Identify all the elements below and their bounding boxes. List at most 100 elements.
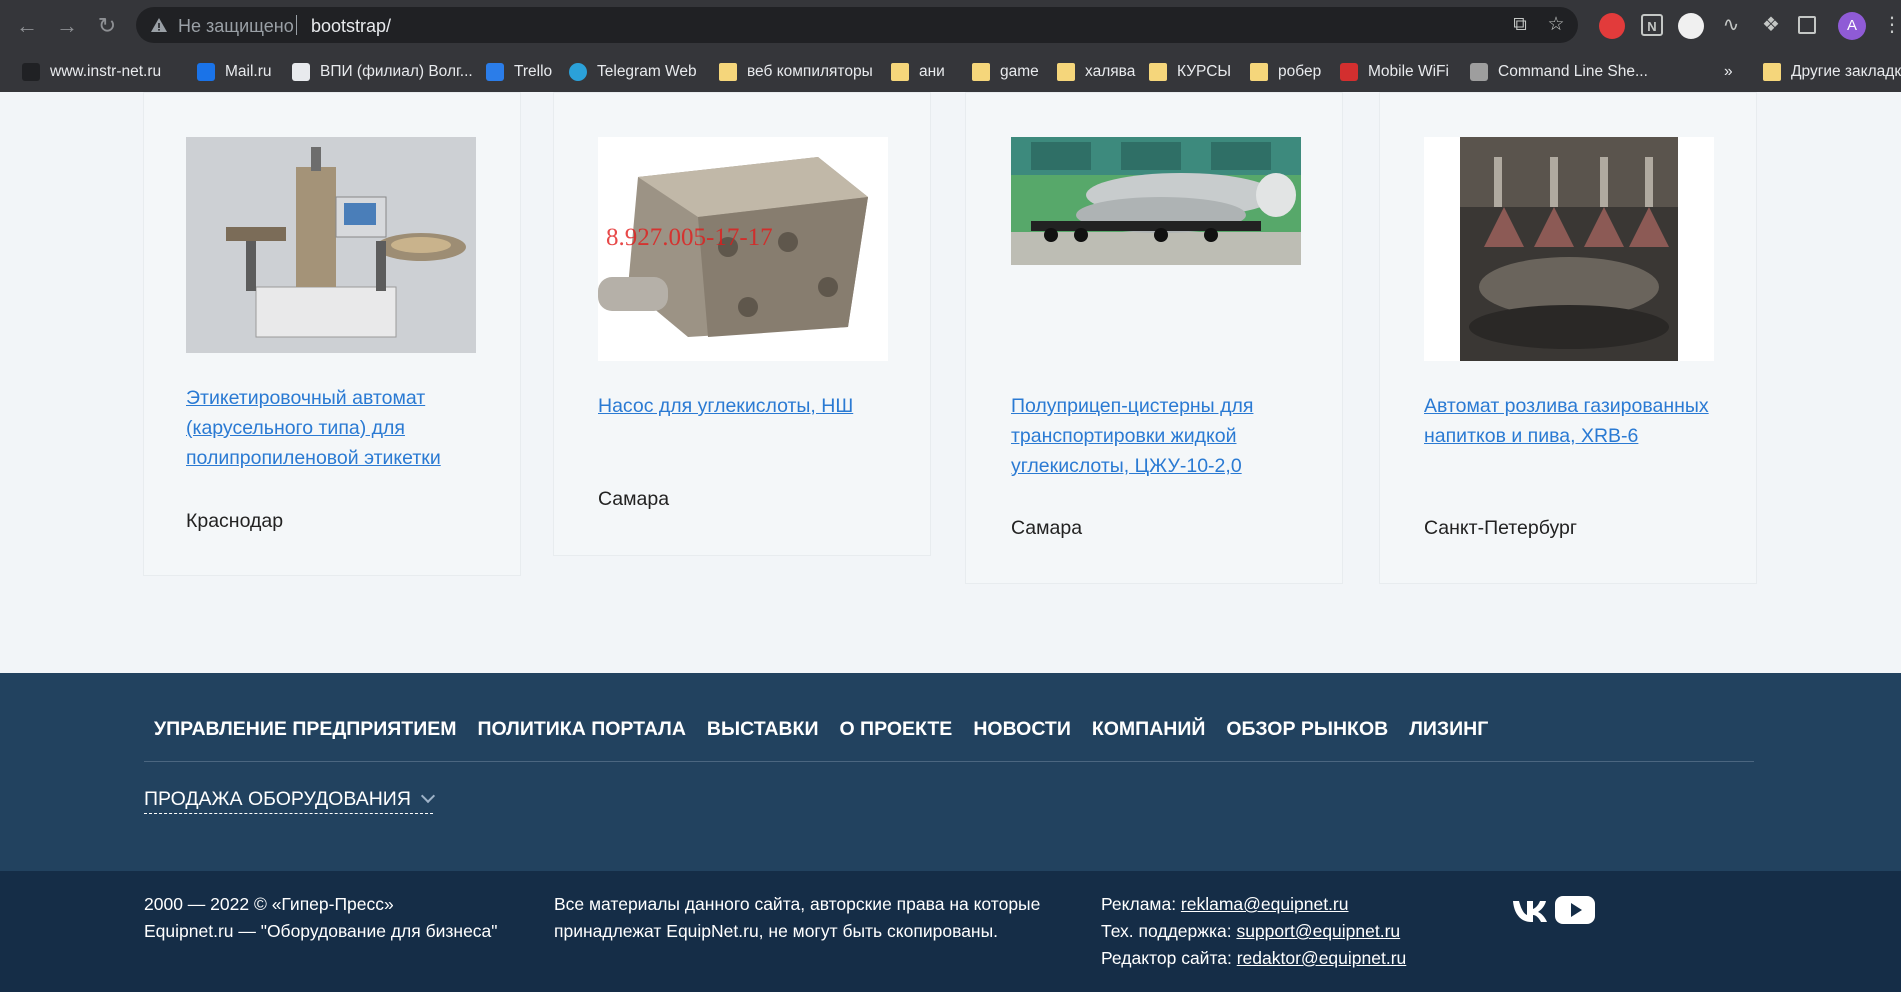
star-icon[interactable]: ☆ [1546,15,1566,35]
bookmark-label: Trello [514,63,553,80]
folder-icon [1250,63,1268,81]
bookmark-item[interactable]: game [972,60,1039,84]
bookmark-item[interactable]: КУРСЫ [1149,60,1231,84]
browser-toolbar: ← → ↻ Не защищено bootstrap/ ⧉ ☆ N ∿ ❖ A… [0,0,1901,52]
product-image[interactable] [186,137,476,353]
bookmark-item[interactable]: ВПИ (филиал) Волг... [292,60,473,84]
back-icon[interactable]: ← [12,11,42,41]
product-city: Санкт-Петербург [1424,517,1577,539]
bookmark-item[interactable]: ани [891,60,945,84]
address-url[interactable]: bootstrap/ [311,16,391,37]
other-bookmarks[interactable]: Другие закладки [1763,60,1901,84]
extension-face-icon[interactable] [1678,13,1704,39]
product-city: Самара [1011,517,1083,539]
site-icon [22,63,40,81]
product-card: Этикетировочный автомат (карусельного ти… [143,92,521,576]
bookmark-item[interactable]: www.instr-net.ru [22,60,161,84]
trello-icon [486,63,504,81]
product-title-link[interactable]: Полуприцеп-цистерны для транспортировки … [1011,391,1311,481]
footer-nav-link[interactable]: ЛИЗИНГ [1409,718,1488,741]
bookmark-label: www.instr-net.ru [50,63,162,80]
phone-watermark: 8.927.005-17-17 [606,224,773,251]
notion-extension-icon[interactable]: N [1641,14,1663,36]
contact-email-link[interactable]: support@equipnet.ru [1236,921,1400,941]
product-image[interactable]: 8.927.005-17-17 [598,137,888,361]
footer-nav-link[interactable]: КОМПАНИЙ [1092,718,1206,741]
telegram-icon [569,63,587,81]
product-title-link[interactable]: Этикетировочный автомат (карусельного ти… [186,383,486,473]
address-separator [296,15,297,35]
footer-nav-link[interactable]: УПРАВЛЕНИЕ ПРЕДПРИЯТИЕМ [154,718,456,741]
folder-icon [1057,63,1075,81]
bookmark-item[interactable]: Telegram Web [569,60,697,84]
bookmark-item[interactable]: Trello [486,60,552,84]
product-listing: Этикетировочный автомат (карусельного ти… [0,92,1901,673]
footer-nav-link[interactable]: О ПРОЕКТЕ [839,718,952,741]
university-icon [292,63,310,81]
product-title-link[interactable]: Автомат розлива газированных напитков и … [1424,391,1724,451]
rights-line: принадлежат EquipNet.ru, не могут быть с… [554,921,999,941]
product-title-link[interactable]: Насос для углекислоты, НШ [598,391,898,421]
rights-line: Все материалы данного сайта, авторские п… [554,894,1041,914]
contact-row: Тех. поддержка: support@equipnet.ru [1101,918,1406,945]
bookmark-item[interactable]: Command Line She... [1470,60,1648,84]
address-bar[interactable]: Не защищено bootstrap/ ⧉ ☆ [136,7,1578,43]
bookmark-item[interactable]: Mobile WiFi [1340,60,1449,84]
bookmark-label: веб компиляторы [747,63,873,80]
product-image[interactable] [1424,137,1714,361]
bookmark-label: ани [919,63,945,80]
product-card: Полуприцеп-цистерны для транспортировки … [965,92,1343,584]
bookmarks-overflow-button[interactable]: » [1724,60,1733,84]
profile-avatar[interactable]: A [1838,12,1866,40]
bookmark-item[interactable]: Mail.ru [197,60,272,84]
footer-nav-menu: УПРАВЛЕНИЕ ПРЕДПРИЯТИЕМ ПОЛИТИКА ПОРТАЛА В… [154,718,1509,741]
product-card: Автомат розлива газированных напитков и … [1379,92,1757,584]
side-panel-icon[interactable] [1798,16,1816,34]
tank-trailers-image [1011,137,1301,265]
bookmark-label: game [1000,63,1039,80]
bookmark-label: Mobile WiFi [1368,63,1449,80]
footer-nav-link[interactable]: НОВОСТИ [973,718,1071,741]
folder-icon [719,63,737,81]
bookmark-label: КУРСЫ [1177,63,1232,80]
adblock-extension-icon[interactable] [1599,13,1625,39]
labeling-machine-image [186,137,476,353]
bookmark-item[interactable]: робер [1250,60,1321,84]
contact-email-link[interactable]: reklama@equipnet.ru [1181,894,1349,914]
chevron-down-icon [420,788,435,804]
product-image[interactable] [1011,137,1301,265]
bookmark-label: Mail.ru [225,63,272,80]
bookmark-label: Command Line She... [1498,63,1648,80]
copyright-block: 2000 — 2022 © «Гипер-Пресс» Equipnet.ru … [144,891,498,945]
puzzle-icon[interactable]: ❖ [1760,14,1782,36]
equipment-sale-dropdown[interactable]: ПРОДАЖА ОБОРУДОВАНИЯ [144,788,435,814]
security-status[interactable]: Не защищено [178,16,294,37]
bookmark-label: Telegram Web [597,63,697,80]
bookmark-label: ВПИ (филиал) Волг... [320,63,473,80]
rights-notice: Все материалы данного сайта, авторские п… [554,891,1040,945]
bookmark-label: халява [1085,63,1136,80]
mail-icon [197,63,215,81]
reload-icon[interactable]: ↻ [92,11,122,41]
bookmark-item[interactable]: веб компиляторы [719,60,873,84]
vk-icon[interactable] [1511,895,1549,925]
forward-icon[interactable]: → [52,11,82,41]
pump-image: 8.927.005-17-17 [598,137,888,361]
footer-nav-link[interactable]: ПОЛИТИКА ПОРТАЛА [477,718,685,741]
folder-icon [1149,63,1167,81]
contact-label: Реклама: [1101,894,1181,914]
huawei-icon [1340,63,1358,81]
contact-label: Редактор сайта: [1101,948,1237,968]
footer-nav-link[interactable]: ВЫСТАВКИ [707,718,819,741]
contact-label: Тех. поддержка: [1101,921,1237,941]
contact-email-link[interactable]: redaktor@equipnet.ru [1237,948,1407,968]
footer-nav-link[interactable]: ОБЗОР РЫНКОВ [1226,718,1388,741]
bookmark-item[interactable]: халява [1057,60,1135,84]
product-city: Краснодар [186,510,284,532]
youtube-icon[interactable] [1555,895,1595,925]
contact-row: Редактор сайта: redaktor@equipnet.ru [1101,945,1406,972]
footer-navigation: УПРАВЛЕНИЕ ПРЕДПРИЯТИЕМ ПОЛИТИКА ПОРТАЛА В… [0,673,1901,871]
share-icon[interactable]: ⧉ [1510,15,1530,35]
extension-swirl-icon[interactable]: ∿ [1720,14,1742,36]
menu-kebab-icon[interactable]: ⋮ [1882,10,1901,40]
